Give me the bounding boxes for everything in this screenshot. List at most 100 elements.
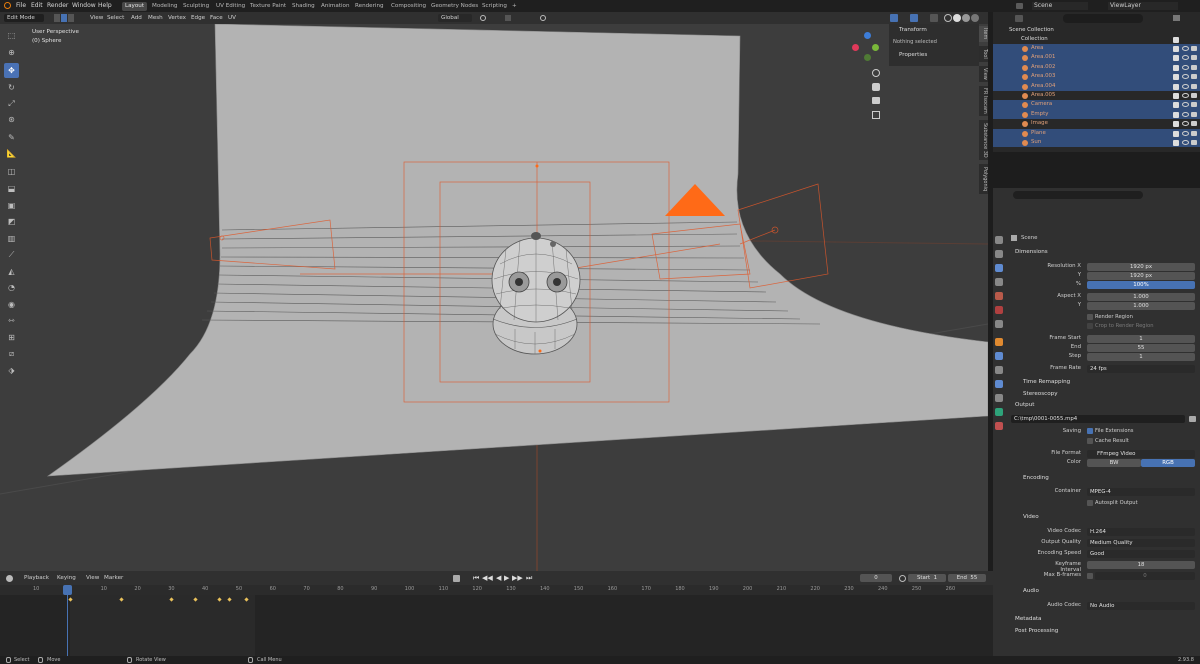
tab-substance[interactable]: Substance 3D [979, 120, 988, 160]
tab-uv-editing[interactable]: UV Editing [213, 2, 248, 11]
tab-polygoniq[interactable]: Polygoniq [979, 164, 988, 194]
play-reverse-icon[interactable]: ◀ [496, 574, 501, 582]
render-camera-icon[interactable] [1191, 121, 1197, 127]
render-camera-icon[interactable] [1191, 74, 1197, 80]
menu-edge[interactable]: Edge [188, 14, 208, 22]
tab-sculpting[interactable]: Sculpting [180, 2, 212, 11]
scene-name[interactable]: Scene [1032, 2, 1088, 10]
world-properties-icon[interactable] [995, 306, 1003, 314]
outliner-search-input[interactable] [1063, 14, 1143, 23]
collection-checkbox[interactable] [1173, 37, 1179, 43]
file-extensions-checkbox[interactable] [1087, 428, 1093, 434]
exclude-checkbox[interactable] [1173, 46, 1179, 52]
add-cube-icon[interactable]: ◫ [4, 164, 19, 179]
tab-rendering[interactable]: Rendering [352, 2, 387, 11]
object-properties-icon[interactable] [995, 338, 1003, 346]
exclude-checkbox[interactable] [1173, 121, 1179, 128]
outliner-display-mode-icon[interactable] [1015, 15, 1023, 22]
rip-region-icon[interactable]: ⬗ [4, 363, 19, 378]
properties-search-input[interactable] [1013, 191, 1143, 199]
modifier-properties-icon[interactable] [995, 352, 1003, 360]
next-keyframe-icon[interactable]: ▶▶ [512, 574, 523, 582]
rendered-shading-icon[interactable] [971, 14, 979, 22]
end-frame-field[interactable]: End 55 [948, 574, 986, 582]
playhead-marker[interactable] [63, 585, 72, 595]
shrink-fatten-icon[interactable]: ⊞ [4, 330, 19, 345]
color-bw-button[interactable]: BW [1087, 459, 1141, 467]
prev-keyframe-icon[interactable]: ◀◀ [482, 574, 493, 582]
post-processing-header[interactable]: Post Processing [1015, 628, 1058, 634]
visibility-eye-icon[interactable] [1182, 74, 1189, 80]
menu-mesh[interactable]: Mesh [145, 14, 166, 22]
output-header[interactable]: Output [1015, 402, 1034, 408]
outliner-item[interactable]: Area.004 [993, 81, 1200, 91]
visibility-eye-icon[interactable] [1182, 130, 1189, 136]
playback-menu[interactable]: Playback [21, 574, 52, 582]
gizmo-y-axis[interactable] [872, 44, 879, 51]
exclude-checkbox[interactable] [1173, 83, 1179, 90]
rotate-tool-icon[interactable]: ↻ [4, 80, 19, 95]
xray-toggle-icon[interactable] [930, 14, 938, 22]
visibility-eye-icon[interactable] [1182, 102, 1189, 108]
render-camera-icon[interactable] [1191, 130, 1197, 136]
tab-tool[interactable]: Tool [979, 46, 988, 62]
render-camera-icon[interactable] [1191, 46, 1197, 51]
exclude-checkbox[interactable] [1173, 111, 1179, 118]
outliner-item[interactable]: Image [993, 119, 1200, 128]
keyframe-interval-field[interactable]: 18 [1087, 561, 1195, 569]
loop-cut-icon[interactable]: ▥ [4, 231, 19, 246]
knife-icon[interactable]: ⟋ [4, 247, 19, 262]
face-select-mode-icon[interactable] [68, 14, 74, 22]
frame-start-field[interactable]: 1 [1087, 335, 1195, 343]
cursor-icon[interactable]: ⊕ [4, 45, 19, 60]
render-camera-icon[interactable] [1191, 111, 1197, 117]
tab-texture-paint[interactable]: Texture Paint [247, 2, 289, 11]
tab-fr-isocam[interactable]: FR Isocam [979, 86, 988, 116]
file-format-select[interactable]: FFmpeg Video [1087, 450, 1195, 458]
frame-step-field[interactable]: 1 [1087, 353, 1195, 361]
visibility-eye-icon[interactable] [1182, 55, 1189, 61]
gizmo-toggle-icon[interactable] [890, 14, 898, 22]
dimensions-header[interactable]: Dimensions [1015, 249, 1048, 255]
outliner-item[interactable]: Area [993, 44, 1200, 54]
data-properties-icon[interactable] [995, 408, 1003, 416]
zoom-icon[interactable] [872, 69, 880, 77]
audio-codec-select[interactable]: No Audio [1087, 602, 1195, 610]
keying-menu[interactable]: Keying [54, 574, 79, 582]
output-path-field[interactable]: C:\tmp\0001-0055.mp4 [1011, 415, 1185, 423]
outliner-item[interactable]: Area.005 [993, 91, 1200, 100]
shear-icon[interactable]: ⧄ [4, 346, 19, 361]
material-properties-icon[interactable] [995, 422, 1003, 430]
visibility-eye-icon[interactable] [1182, 46, 1189, 51]
gizmo-z-axis[interactable] [864, 32, 871, 39]
transform-orientation-select[interactable]: Global [438, 14, 472, 22]
menu-help[interactable]: Help [98, 2, 112, 9]
camera-view-icon[interactable] [872, 97, 880, 104]
jump-end-icon[interactable]: ⏭ [526, 574, 532, 583]
collection-row[interactable]: Collection [993, 35, 1200, 44]
filter-icon[interactable] [1173, 15, 1180, 21]
max-bframes-checkbox[interactable] [1087, 573, 1093, 579]
move-tool-icon[interactable]: ✥ [4, 63, 19, 78]
transform-header[interactable]: Transform [899, 27, 927, 33]
render-camera-icon[interactable] [1191, 93, 1197, 98]
audio-header[interactable]: Audio [1023, 588, 1039, 594]
collection-properties-icon[interactable] [995, 320, 1003, 328]
cache-result-checkbox[interactable] [1087, 438, 1093, 444]
clock-icon[interactable] [899, 575, 906, 582]
overlay-toggle-icon[interactable] [910, 14, 918, 22]
material-shading-icon[interactable] [962, 14, 970, 22]
menu-face[interactable]: Face [207, 14, 226, 22]
metadata-header[interactable]: Metadata [1015, 616, 1042, 622]
pan-hand-icon[interactable] [872, 83, 880, 91]
play-icon[interactable]: ▶ [504, 574, 509, 582]
vertex-select-mode-icon[interactable] [54, 14, 60, 22]
container-select[interactable]: MPEG-4 [1087, 488, 1195, 496]
tool-settings-icon[interactable] [995, 236, 1003, 244]
render-camera-icon[interactable] [1191, 140, 1197, 145]
render-camera-icon[interactable] [1191, 55, 1197, 61]
mode-selector[interactable]: Edit Mode [4, 14, 44, 22]
frame-rate-select[interactable]: 24 fps [1087, 365, 1195, 373]
smooth-icon[interactable]: ◉ [4, 297, 19, 312]
menu-render[interactable]: Render [47, 2, 68, 9]
